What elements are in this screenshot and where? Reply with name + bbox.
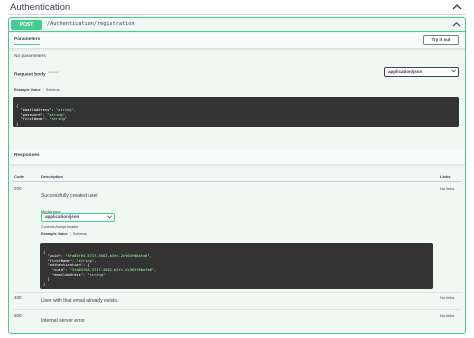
response-links: No links [440, 186, 455, 191]
try-it-out-button[interactable]: Try it out [423, 35, 459, 45]
response-links: No links [440, 295, 455, 300]
code-line: } [43, 277, 50, 282]
code-line: "password": "string", [16, 112, 68, 117]
tag-title: Authentication [10, 2, 71, 13]
chevron-up-icon[interactable] [452, 21, 461, 28]
column-header-code: Code [14, 174, 24, 179]
response-media-type-value: application/json [45, 214, 80, 219]
code-line: "emailAddress": "string", [16, 108, 76, 113]
operation-summary[interactable]: POST /Authentication/registration [9, 18, 465, 32]
response-example-code: { "uuid": "3fa85f64-5717-4562-b3fc-2c963… [40, 243, 433, 289]
method-badge: POST [11, 20, 42, 30]
code-line: { [16, 103, 19, 108]
response-description: User with that email already exists. [41, 298, 119, 304]
chevron-up-icon[interactable] [452, 3, 462, 11]
response-code: 400 [14, 295, 22, 300]
no-parameters-text: No parameters [14, 54, 46, 59]
code-line: { [43, 249, 46, 254]
code-line: } [43, 281, 46, 286]
example-value-tab[interactable]: Example Value [14, 88, 41, 92]
response-example-tabs: Example Value | Schema [41, 232, 87, 236]
schema-tab[interactable]: Schema [73, 232, 87, 236]
response-description: Successfully created user [41, 193, 98, 199]
table-header-divider [13, 181, 461, 182]
required-marker: required [47, 70, 59, 74]
request-content-type-value: application/json [388, 69, 423, 74]
request-example-tabs: Example Value | Schema [14, 88, 60, 92]
chevron-down-icon [107, 215, 112, 219]
request-body-label: Request bodyrequired [14, 70, 59, 78]
code-line: "uuid": "3fa85f64-5717-4562-b3fc-2c963f6… [43, 254, 152, 259]
response-description: Internal server error [41, 318, 85, 324]
parameters-tab[interactable]: Parameters [14, 37, 41, 45]
code-line: } [16, 121, 19, 126]
request-example-code: { "emailAddress": "string", "password": … [13, 97, 459, 127]
code-line: "firstName": "string", [43, 258, 97, 263]
responses-title: Responses [14, 153, 40, 158]
responses-header: Responses [9, 149, 465, 165]
operation-path: /Authentication/registration [47, 21, 135, 27]
column-header-description: Description [41, 174, 64, 179]
code-line: "emailAddress": "string" [43, 272, 106, 277]
code-line: "authentication": { [43, 263, 90, 268]
code-line: "firstName": "string" [16, 117, 68, 122]
schema-tab[interactable]: Schema [46, 88, 60, 92]
response-code: 200 [14, 186, 22, 191]
example-value-tab[interactable]: Example Value [41, 232, 68, 236]
response-media-type-select[interactable]: application/json [41, 213, 115, 222]
response-code: 500 [14, 313, 22, 318]
table-row-divider [13, 309, 461, 310]
request-content-type-select[interactable]: application/json [384, 67, 459, 77]
table-row-divider [13, 292, 461, 293]
code-line: "uuid": "3fa85f64-5717-4562-b3fc-2c963f6… [43, 267, 157, 272]
chevron-down-icon [451, 69, 456, 73]
controls-accept-text: Controls Accept header. [41, 225, 80, 229]
operation-block: POST /Authentication/registration Parame… [8, 17, 466, 334]
response-links: No links [440, 313, 455, 318]
parameters-header: Parameters Try it out [9, 33, 465, 49]
column-header-links: Links [440, 174, 451, 179]
tag-header[interactable]: Authentication [8, 0, 466, 15]
